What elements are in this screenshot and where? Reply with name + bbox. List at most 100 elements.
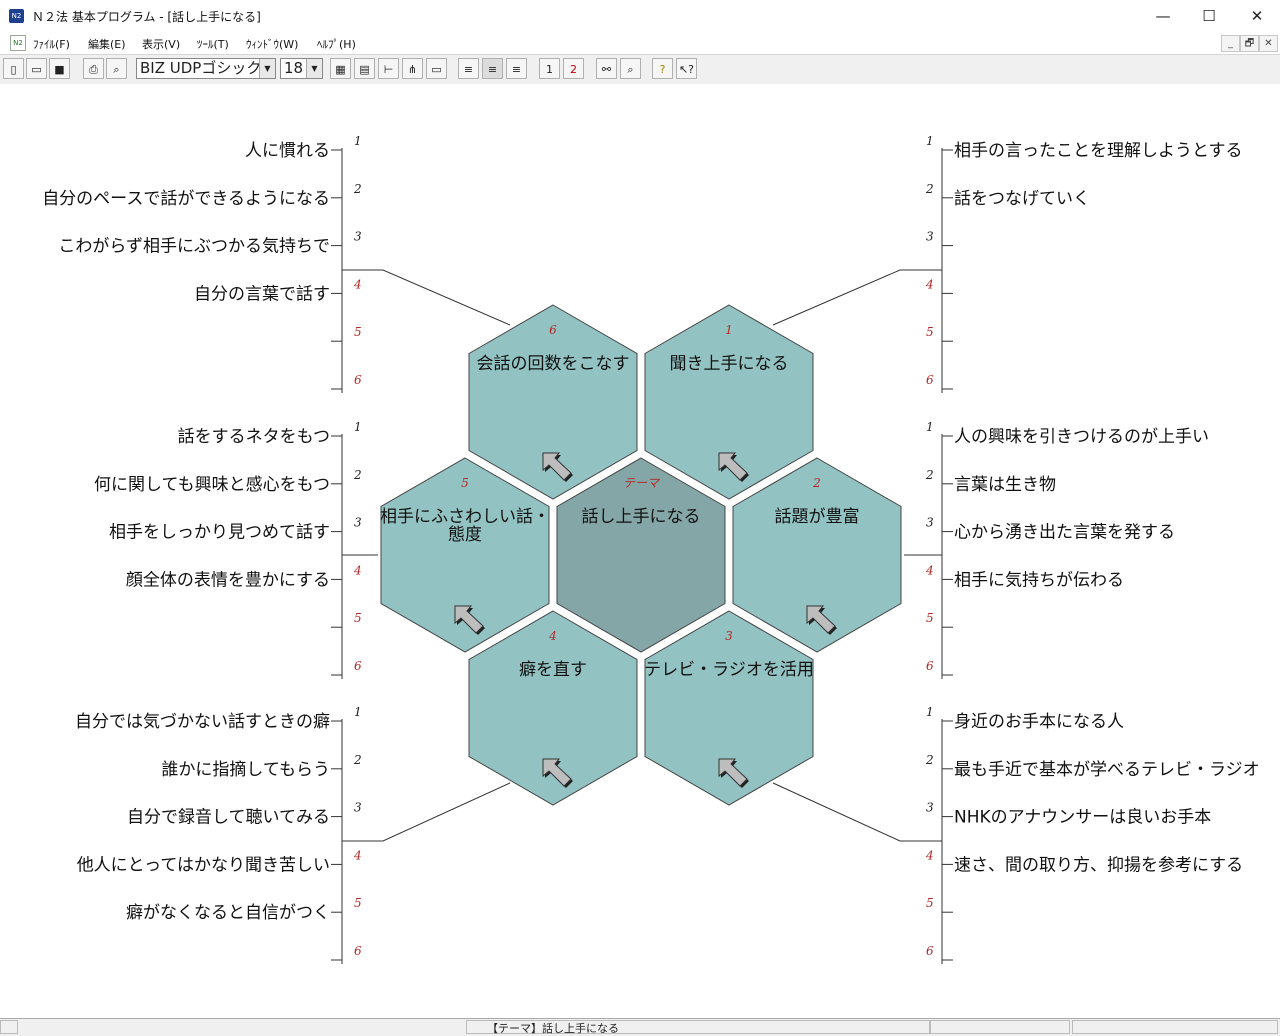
hexagon-diagram: 1 聞き上手になる 2 話題が豊富 3 テレビ・ラジオを活用 4 癖を直す 5 相手にふさわしい話… (42, 134, 1260, 964)
item-number: 4 (925, 848, 934, 862)
hexagon-label: テレビ・ラジオを活用 (644, 660, 814, 680)
branch-item-text[interactable]: こわがらず相手にぶつかる気持ちで (58, 237, 330, 257)
branch-item-text[interactable]: 自分では気づかない話すときの癖 (75, 712, 330, 732)
binoculars-icon[interactable]: ⚯ (596, 58, 617, 79)
item-number: 6 (354, 944, 362, 958)
zoom-icon[interactable]: ⌕ (620, 58, 641, 79)
mdi-minimize-button[interactable]: _ (1221, 35, 1240, 52)
hexagon-theme[interactable]: テーマ話し上手になる (556, 457, 726, 653)
item-number: 2 (353, 753, 362, 767)
branch-item-text[interactable]: 人の興味を引きつけるのが上手い (954, 427, 1209, 447)
app-icon[interactable]: N2 (9, 9, 24, 23)
chevron-down-icon[interactable]: ▼ (306, 59, 322, 78)
item-number: 1 (354, 420, 362, 434)
align-center-icon[interactable]: ≡ (482, 58, 503, 79)
hexagon-number: 2 (812, 476, 821, 490)
branch-item-text[interactable]: 他人にとってはかなり聞き苦しい (77, 855, 330, 875)
item-number: 4 (353, 848, 362, 862)
branch-item-text[interactable]: 何に関しても興味と感心をもつ (94, 475, 330, 495)
branch-item-text[interactable]: 言葉は生き物 (954, 475, 1056, 495)
align-right-icon[interactable]: ≡ (506, 58, 527, 79)
new-file-icon[interactable]: ▯ (3, 58, 24, 79)
properties-icon[interactable]: ▦ (330, 58, 351, 79)
branch-item-text[interactable]: 話をつなげていく (954, 189, 1090, 209)
minimize-button[interactable]: — (1140, 0, 1186, 32)
page-1-icon[interactable]: 1 (539, 58, 560, 79)
branch-item-text[interactable]: 速さ、間の取り方、抑揚を参考にする (954, 855, 1243, 875)
status-bar: 【テーマ】話し上手になる (0, 1018, 1280, 1036)
item-number: 1 (926, 420, 934, 434)
item-number: 4 (925, 277, 934, 291)
document-icon[interactable]: N2 (10, 35, 26, 51)
branch-item-text[interactable]: 身近のお手本になる人 (954, 712, 1124, 732)
print-preview-icon[interactable]: ⌕ (106, 58, 127, 79)
align-left-icon[interactable]: ≡ (458, 58, 479, 79)
toolbar: ▯ ▭ ■ ⎙ ⌕ BIZ UDPゴシック ▼ 18 ▼ ▦ ▤ ⊢ ⋔ ▭ ≡… (0, 54, 1280, 85)
item-number: 3 (926, 801, 934, 815)
branch-item-text[interactable]: 自分の言葉で話す (194, 284, 330, 304)
title-bar: N2 Ｎ２法 基本プログラム - [話し上手になる] — ☐ ✕ (0, 0, 1280, 32)
branch-item-text[interactable]: 相手をしっかり見つめて話す (109, 523, 330, 543)
item-number: 5 (926, 896, 934, 910)
item-number: 3 (926, 516, 934, 530)
mdi-restore-button[interactable]: 🗗 (1240, 35, 1259, 52)
status-indicator (0, 1020, 18, 1034)
menu-window[interactable]: ｳｨﾝﾄﾞｳ(W) (246, 36, 298, 52)
print-icon[interactable]: ⎙ (83, 58, 104, 79)
save-icon[interactable]: ■ (49, 58, 70, 79)
item-number: 4 (925, 563, 934, 577)
page-2-icon[interactable]: 2 (563, 58, 584, 79)
hexagon-label: 相手にふさわしい話・ (380, 507, 550, 527)
menu-tools[interactable]: ﾂｰﾙ(T) (197, 36, 229, 52)
hexagons: 1 聞き上手になる 2 話題が豊富 3 テレビ・ラジオを活用 4 癖を直す 5 相手にふさわしい話… (380, 304, 902, 806)
tree-icon[interactable]: ⊢ (378, 58, 399, 79)
hexagon-3[interactable]: 3 テレビ・ラジオを活用 (644, 610, 814, 806)
hexagon-label: 会話の回数をこなす (477, 354, 630, 374)
branch-item-text[interactable]: 心から湧き出た言葉を発する (954, 523, 1175, 543)
maximize-button[interactable]: ☐ (1186, 0, 1232, 32)
font-size-select[interactable]: 18 ▼ (280, 58, 323, 79)
branch-item-text[interactable]: 誰かに指摘してもらう (161, 760, 330, 780)
close-button[interactable]: ✕ (1234, 0, 1280, 32)
item-number: 4 (353, 277, 362, 291)
connector-line (342, 269, 511, 326)
page-icon[interactable]: ▤ (354, 58, 375, 79)
branch-item-text[interactable]: 自分で録音して聴いてみる (127, 808, 330, 828)
hierarchy-icon[interactable]: ⋔ (402, 58, 423, 79)
window-title: Ｎ２法 基本プログラム - [話し上手になる] (32, 10, 261, 24)
hexagon-4[interactable]: 4 癖を直す (468, 610, 638, 806)
branch-item-text[interactable]: 相手に気持ちが伝わる (954, 570, 1124, 590)
hexagon-1[interactable]: 1 聞き上手になる (644, 304, 814, 500)
item-number: 3 (354, 801, 362, 815)
branch-item-text[interactable]: 自分のペースで話ができるようになる (42, 189, 330, 209)
menu-help[interactable]: ﾍﾙﾌﾟ(H) (317, 36, 356, 52)
mdi-close-button[interactable]: ✕ (1259, 35, 1278, 52)
item-number: 3 (354, 230, 362, 244)
branch-item-text[interactable]: NHKのアナウンサーは良いお手本 (954, 808, 1211, 828)
hexagon-5[interactable]: 5 相手にふさわしい話・態度 (380, 457, 550, 653)
branch-item-text[interactable]: 最も手近で基本が学べるテレビ・ラジオ (954, 760, 1260, 780)
branch-top-left: 1 人に慣れる 2 自分のペースで話ができるようになる 3 こわがらず相手にぶつかる気持ち… (42, 134, 362, 393)
branch-item-text[interactable]: 顔全体の表情を豊かにする (126, 570, 330, 590)
context-help-icon[interactable]: ↖? (676, 58, 697, 79)
font-name-select[interactable]: BIZ UDPゴシック ▼ (136, 58, 276, 79)
keyboard-icon[interactable]: ▭ (426, 58, 447, 79)
branch-item-text[interactable]: 人に慣れる (245, 141, 330, 161)
connector-line (772, 782, 942, 842)
hexagon-number: 3 (725, 629, 733, 643)
hexagon-2[interactable]: 2 話題が豊富 (732, 457, 902, 653)
branch-item-text[interactable]: 相手の言ったことを理解しようとする (954, 141, 1243, 161)
branch-item-text[interactable]: 癖がなくなると自信がつく (126, 903, 330, 923)
item-number: 2 (353, 468, 362, 482)
hexagon-6[interactable]: 6 会話の回数をこなす (468, 304, 638, 500)
menu-view[interactable]: 表示(V) (142, 36, 180, 52)
menu-file[interactable]: ﾌｧｲﾙ(F) (33, 36, 70, 52)
branch-bottom-right: 1 身近のお手本になる人 2 最も手近で基本が学べるテレビ・ラジオ 3 NHKのアナウンサ… (925, 705, 1260, 964)
menu-edit[interactable]: 編集(E) (88, 36, 126, 52)
help-icon[interactable]: ? (652, 58, 673, 79)
chevron-down-icon[interactable]: ▼ (259, 59, 275, 78)
branch-item-text[interactable]: 話をするネタをもつ (178, 427, 330, 447)
item-number: 5 (926, 611, 934, 625)
status-text: 【テーマ】話し上手になる (487, 1022, 619, 1035)
open-folder-icon[interactable]: ▭ (26, 58, 47, 79)
